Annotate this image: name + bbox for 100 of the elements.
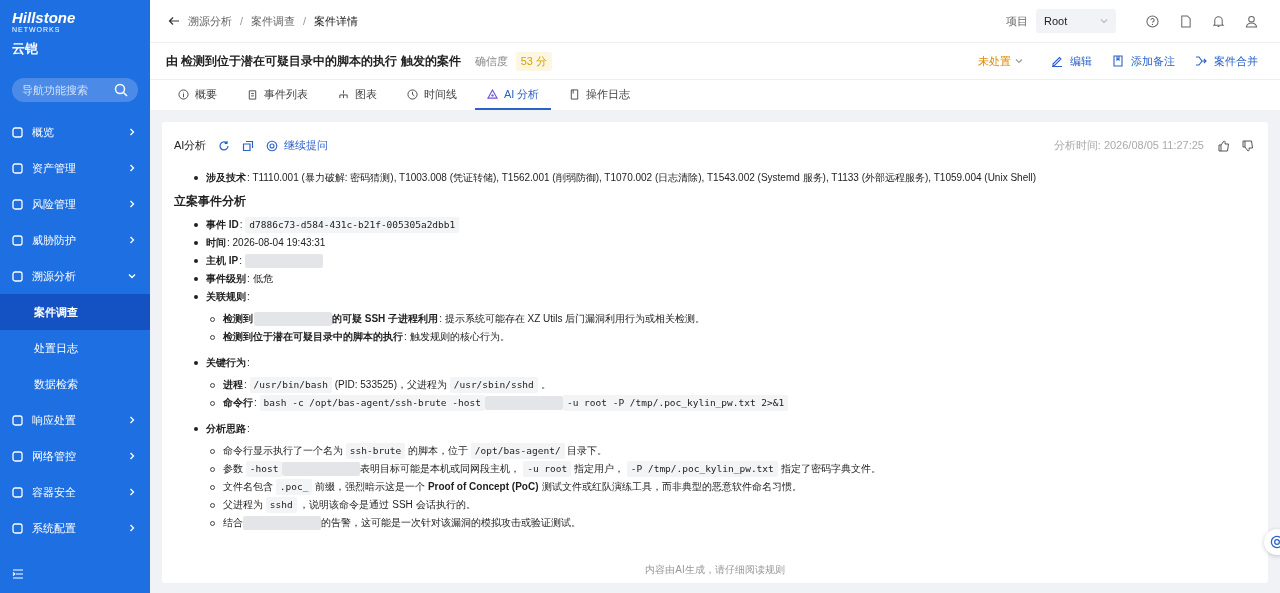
caret-icon bbox=[1015, 58, 1023, 64]
product-name: 云铠 bbox=[12, 40, 38, 58]
confidence-label: 确信度 bbox=[474, 53, 508, 69]
bullet-dot bbox=[194, 427, 198, 431]
body-text: 测试文件或红队演练工具，而非典型的恶意软件命名习惯。 bbox=[541, 480, 803, 494]
sidebar-item[interactable]: 网络管控 bbox=[0, 438, 150, 474]
bullet-dot bbox=[194, 259, 198, 263]
back-arrow-icon[interactable] bbox=[168, 16, 180, 26]
section-heading: 立案事件分析 bbox=[174, 193, 247, 210]
collapse-menu-icon[interactable] bbox=[12, 569, 24, 579]
analysis-time: 分析时间: 2026/08/05 11:27:25 bbox=[1053, 138, 1204, 153]
body-text: 前缀，强烈暗示这是一个 bbox=[314, 480, 427, 494]
sidebar-item[interactable]: 容器安全 bbox=[0, 474, 150, 510]
breadcrumb-separator: / bbox=[240, 15, 244, 27]
body-text: : 低危 bbox=[247, 272, 273, 286]
code-snippet: ssh-brute bbox=[345, 443, 406, 459]
sidebar-subitem[interactable]: 案件调查 bbox=[0, 294, 150, 330]
sidebar-item[interactable]: 溯源分析 bbox=[0, 258, 150, 294]
code-snippet: /usr/sbin/sshd bbox=[449, 377, 538, 393]
chevron-right-icon bbox=[128, 488, 136, 496]
merge-arrow-icon bbox=[1195, 55, 1207, 67]
hierarchy-icon bbox=[338, 88, 349, 100]
sidebar-subitem[interactable]: 处置日志 bbox=[0, 330, 150, 366]
chevron-right-icon bbox=[128, 164, 136, 172]
user-icon[interactable] bbox=[1245, 14, 1258, 28]
body-text: : bbox=[254, 396, 258, 410]
bold-label: 时间 bbox=[206, 236, 226, 250]
bold-label: 进程 bbox=[223, 378, 243, 392]
square-icon bbox=[12, 234, 23, 246]
thumbs-down-icon[interactable] bbox=[1242, 139, 1254, 152]
body-text: : bbox=[244, 378, 248, 392]
code-snippet: .poc_ bbox=[275, 479, 313, 495]
code-snippet: -u root bbox=[523, 461, 572, 477]
code-snippet: /opt/bas-agent/ bbox=[470, 443, 565, 459]
bold-label: 事件 ID bbox=[206, 218, 239, 232]
body-text: 目录下。 bbox=[566, 444, 608, 458]
body-text: 父进程为 bbox=[223, 498, 264, 512]
bold-label: 关联规则 bbox=[206, 290, 246, 304]
body-text: ，说明该命令是通过 SSH 会话执行的。 bbox=[298, 498, 476, 512]
code-snippet: -host bbox=[245, 461, 283, 477]
brand-logo-text: Hillstone bbox=[12, 10, 76, 26]
body-text: : bbox=[239, 254, 243, 268]
code-snippet: sshd bbox=[265, 497, 297, 513]
copy-icon[interactable] bbox=[242, 139, 255, 152]
bullet-dot bbox=[194, 295, 198, 299]
body-text: : 2026-08-04 19:43:31 bbox=[227, 236, 326, 250]
sidebar-item[interactable]: 资产管理 bbox=[0, 150, 150, 186]
sidebar-item[interactable]: 概览 bbox=[0, 114, 150, 150]
breadcrumb-separator: / bbox=[303, 15, 307, 27]
bold-label: 主机 IP bbox=[206, 254, 239, 268]
bold-label: 涉及技术 bbox=[206, 171, 246, 185]
sidebar-item[interactable]: 响应处置 bbox=[0, 402, 150, 438]
square-icon bbox=[12, 414, 23, 426]
note-button[interactable]: 添加备注 bbox=[1112, 53, 1175, 69]
tab[interactable]: 图表 bbox=[326, 80, 389, 110]
body-text: : bbox=[247, 290, 250, 304]
bell-icon[interactable] bbox=[1212, 14, 1225, 28]
chevron-right-icon bbox=[128, 416, 136, 424]
tab[interactable]: 时间线 bbox=[395, 80, 469, 110]
bold-label: 检测到 bbox=[223, 312, 253, 326]
swirl-icon bbox=[1270, 535, 1280, 549]
body-text: 指定了密码字典文件。 bbox=[779, 462, 881, 476]
body-text: 命令行显示执行了一个名为 bbox=[223, 444, 344, 458]
bold-label: 分析思路 bbox=[206, 422, 246, 436]
body-text: : bbox=[247, 422, 250, 436]
tab[interactable]: AI 分析 bbox=[475, 80, 552, 110]
ask-followup-button[interactable]: 继续提问 bbox=[266, 138, 329, 153]
merge-button[interactable]: 案件合并 bbox=[1195, 53, 1258, 69]
sidebar-subitem[interactable]: 数据检索 bbox=[0, 366, 150, 402]
body-text: : 触发规则的核心行为。 bbox=[404, 330, 510, 344]
sidebar-item[interactable]: 风险管理 bbox=[0, 186, 150, 222]
sidebar-item[interactable]: 系统配置 bbox=[0, 510, 150, 546]
sidebar-item[interactable]: 威胁防护 bbox=[0, 222, 150, 258]
help-icon[interactable] bbox=[1146, 14, 1159, 28]
tab[interactable]: 事件列表 bbox=[235, 80, 320, 110]
body-text: 表明目标可能是本机或同网段主机， bbox=[360, 462, 522, 476]
code-snippet: -P /tmp/.poc_kylin_pw.txt bbox=[626, 461, 778, 477]
body-text: 指定用户， bbox=[573, 462, 625, 476]
body-text: : bbox=[247, 356, 250, 370]
chevron-right-icon bbox=[128, 236, 136, 244]
thumbs-up-icon[interactable] bbox=[1218, 139, 1230, 152]
tab[interactable]: 操作日志 bbox=[557, 80, 643, 110]
body-text: : T1110.001 (暴力破解: 密码猜测), T1003.008 (凭证转储), T1562.001 (削弱防御), T1070.002 (日志清除), T1543.002 (Systemd 服务), T1133 (外部远程服务), T1059.004 (Unix Shell) bbox=[247, 171, 1036, 185]
chevron-right-icon bbox=[128, 524, 136, 532]
chevron-right-icon bbox=[128, 452, 136, 460]
breadcrumb-link[interactable]: 溯源分析 bbox=[188, 13, 232, 29]
bullet-dot bbox=[194, 176, 198, 180]
search-icon bbox=[114, 83, 128, 97]
breadcrumb-link[interactable]: 案件调查 bbox=[251, 13, 296, 29]
project-select[interactable]: Root bbox=[1036, 9, 1116, 33]
square-icon bbox=[12, 522, 23, 534]
chevron-right-icon bbox=[128, 128, 136, 136]
document-icon[interactable] bbox=[1179, 14, 1192, 28]
bullet-dot bbox=[194, 277, 198, 281]
square-icon bbox=[12, 270, 23, 282]
tab[interactable]: 概要 bbox=[166, 80, 229, 110]
edit-button[interactable]: 编辑 bbox=[1051, 53, 1092, 69]
document-icon bbox=[569, 88, 581, 100]
info-icon bbox=[178, 88, 189, 100]
refresh-icon[interactable] bbox=[218, 139, 231, 152]
